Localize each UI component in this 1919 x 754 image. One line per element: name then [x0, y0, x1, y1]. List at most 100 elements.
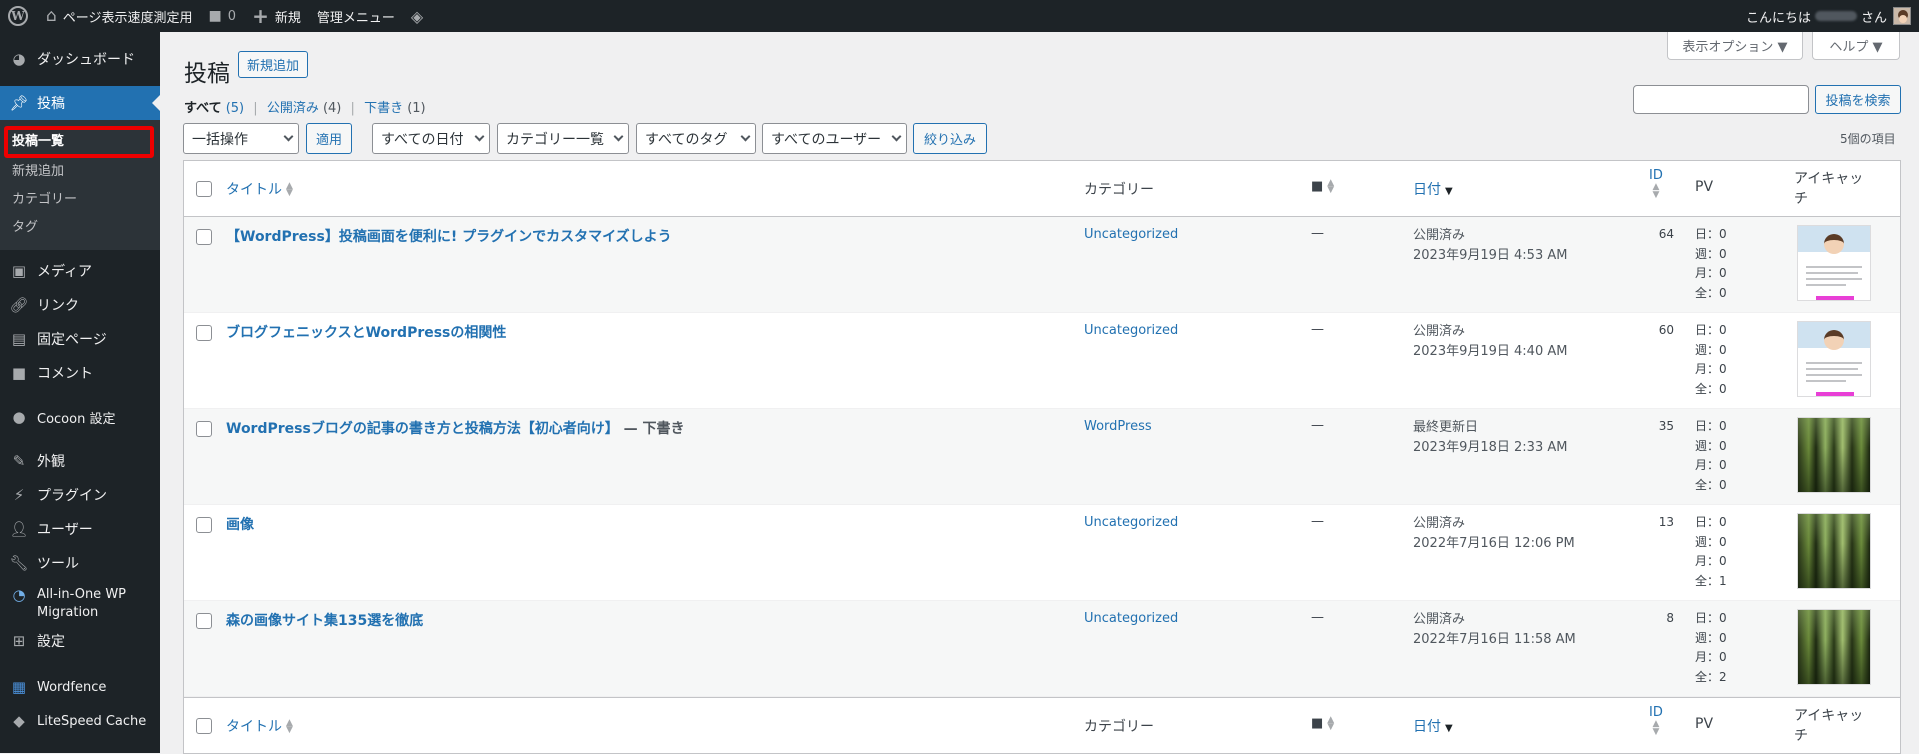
column-id-sort-footer[interactable]: ID ▲ ▼: [1649, 706, 1663, 737]
pv-stat: 全：2: [1695, 669, 1727, 684]
post-comments: —: [1311, 418, 1324, 433]
sidebar-item-links[interactable]: 🔗︎ リンク: [0, 288, 160, 322]
row-checkbox[interactable]: [196, 325, 212, 341]
apply-button[interactable]: 適用: [306, 123, 352, 154]
filter-button[interactable]: 絞り込み: [913, 123, 987, 154]
view-draft-label: 下書き: [364, 101, 404, 116]
new-content-link[interactable]: + 新規: [244, 0, 309, 32]
column-id-sort[interactable]: ID ▲ ▼: [1649, 169, 1663, 200]
sidebar-item-media[interactable]: ▣ メディア: [0, 254, 160, 288]
sidebar-item-users[interactable]: 👤︎ ユーザー: [0, 512, 160, 546]
view-published-link[interactable]: 公開済み (4): [267, 101, 342, 116]
column-comments-sort-footer[interactable]: ■ ▲ ▼: [1311, 715, 1334, 731]
sidebar-item-posts[interactable]: 📌︎ 投稿: [0, 86, 160, 120]
date-filter-select[interactable]: すべての日付: [372, 123, 490, 154]
column-eyecatch-line2: チ: [1794, 191, 1808, 207]
search-posts-button[interactable]: 投稿を検索: [1815, 85, 1901, 114]
sidebar-item-cocoon-settings[interactable]: ● Cocoon 設定: [0, 400, 160, 434]
post-search-input[interactable]: [1633, 85, 1809, 114]
select-all-checkbox-footer[interactable]: [196, 718, 212, 734]
table-row: ブログフェニックスとWordPressの相関性 Uncategorized — 公開済…: [184, 313, 1900, 409]
post-title-link[interactable]: ブログフェニックスとWordPressの相関性: [226, 325, 506, 341]
post-category-link[interactable]: Uncategorized: [1084, 611, 1178, 626]
pv-stat: 全：0: [1695, 381, 1727, 396]
row-checkbox[interactable]: [196, 229, 212, 245]
site-name-link[interactable]: ⌂ ページ表示速度測定用: [38, 0, 201, 32]
view-draft-link[interactable]: 下書き (1): [364, 101, 426, 116]
comments-link[interactable]: ■ 0: [201, 0, 245, 32]
admin-menu-link[interactable]: 管理メニュー: [309, 0, 403, 32]
tag-filter-select[interactable]: すべてのタグ: [636, 123, 756, 154]
plus-icon: +: [252, 4, 269, 28]
post-status: 公開済み: [1413, 612, 1466, 627]
column-title-label: タイトル: [226, 719, 282, 735]
sidebar-item-label: Cocoon 設定: [37, 411, 116, 427]
post-title-link[interactable]: 画像: [226, 517, 254, 533]
sort-arrows-icon: ▲ ▼: [286, 181, 293, 198]
screen-options-button[interactable]: 表示オプション ▼: [1667, 32, 1803, 60]
post-title-link[interactable]: 【WordPress】投稿画面を便利に! プラグインでカスタマイズしよう: [226, 229, 672, 245]
post-title-link[interactable]: WordPressブログの記事の書き方と投稿方法【初心者向け】: [226, 421, 619, 437]
sidebar-item-all-in-one-wp-migration[interactable]: ◔ All-in-One WP Migration: [0, 580, 160, 624]
my-account-link[interactable]: こんにちは さん: [1738, 0, 1919, 32]
post-category-link[interactable]: Uncategorized: [1084, 515, 1178, 530]
plugin-icon: ⚡︎: [13, 486, 25, 504]
column-date-sort-footer[interactable]: 日付 ▼: [1413, 716, 1453, 736]
column-date-sort[interactable]: 日付 ▼: [1413, 179, 1453, 199]
submenu-item-categories[interactable]: カテゴリー: [0, 186, 160, 214]
row-checkbox[interactable]: [196, 421, 212, 437]
sidebar-item-tools[interactable]: 🔧︎ ツール: [0, 546, 160, 580]
column-date-label: 日付: [1413, 182, 1441, 198]
sort-desc-icon: ▼: [1445, 723, 1453, 734]
sidebar-item-label: LiteSpeed Cache: [37, 713, 147, 729]
sidebar-item-label: メディア: [37, 264, 93, 280]
bulk-actions-select[interactable]: 一括操作: [183, 123, 299, 154]
help-button[interactable]: ヘルプ ▼: [1812, 32, 1900, 60]
add-new-post-button[interactable]: 新規追加: [238, 51, 308, 78]
admin-sidebar: ◕ ダッシュボード 📌︎ 投稿 投稿一覧 新規追加 カテゴリー タグ ▣ メディ…: [0, 32, 160, 753]
column-title-sort-footer[interactable]: タイトル ▲ ▼: [226, 716, 293, 736]
sidebar-item-label: プラグイン: [37, 488, 107, 504]
help-label: ヘルプ ▼: [1829, 40, 1883, 55]
submenu-item-all-posts[interactable]: 投稿一覧: [4, 126, 154, 158]
column-title-sort[interactable]: タイトル ▲ ▼: [226, 179, 293, 199]
pv-stat: 全：0: [1695, 477, 1727, 492]
sidebar-item-settings[interactable]: ⊞ 設定: [0, 624, 160, 658]
sidebar-item-label: 設定: [37, 634, 65, 650]
new-label: 新規: [274, 10, 301, 26]
sidebar-item-pages[interactable]: ▤ 固定ページ: [0, 322, 160, 356]
sidebar-item-label: コメント: [37, 366, 93, 382]
row-checkbox[interactable]: [196, 517, 212, 533]
cocoon-diamond-link[interactable]: ◈: [403, 0, 431, 32]
post-comments: —: [1311, 610, 1324, 625]
view-all-link[interactable]: すべて (5): [184, 101, 244, 116]
column-comments-sort[interactable]: ■ ▲ ▼: [1311, 178, 1334, 194]
user-filter-select[interactable]: すべてのユーザー: [762, 123, 907, 154]
row-checkbox[interactable]: [196, 613, 212, 629]
sidebar-item-plugins[interactable]: ⚡︎ プラグイン: [0, 478, 160, 512]
post-category-link[interactable]: WordPress: [1084, 419, 1152, 434]
select-all-checkbox[interactable]: [196, 181, 212, 197]
sidebar-item-wordfence[interactable]: ▦ Wordfence: [0, 670, 160, 704]
sidebar-item-litespeed-cache[interactable]: ◆ LiteSpeed Cache: [0, 704, 160, 738]
category-filter-select[interactable]: カテゴリー一覧: [497, 123, 629, 154]
sidebar-item-label-2: Migration: [37, 605, 99, 620]
eyecatch-thumbnail: [1797, 513, 1871, 589]
sidebar-item-appearance[interactable]: ✎ 外観: [0, 444, 160, 478]
pv-stat: 月：0: [1695, 362, 1727, 376]
post-title-link[interactable]: 森の画像サイト集135選を徹底: [226, 613, 423, 629]
wp-logo-menu[interactable]: W: [0, 0, 38, 32]
submenu-item-tags[interactable]: タグ: [0, 214, 160, 242]
post-category-link[interactable]: Uncategorized: [1084, 323, 1178, 338]
sidebar-item-label: ユーザー: [37, 522, 93, 538]
sidebar-item-dashboard[interactable]: ◕ ダッシュボード: [0, 42, 160, 76]
sort-arrows-icon: ▲ ▼: [1652, 719, 1660, 737]
sidebar-item-comments[interactable]: ■ コメント: [0, 356, 160, 390]
page-title: 投稿: [184, 61, 230, 87]
pv-stat: 週：0: [1695, 246, 1727, 261]
post-title-cell: 画像: [226, 514, 254, 534]
post-category-link[interactable]: Uncategorized: [1084, 227, 1178, 242]
submenu-item-add-new[interactable]: 新規追加: [0, 158, 160, 186]
view-all-label: すべて: [184, 101, 222, 116]
sidebar-item-label: ダッシュボード: [37, 52, 135, 68]
